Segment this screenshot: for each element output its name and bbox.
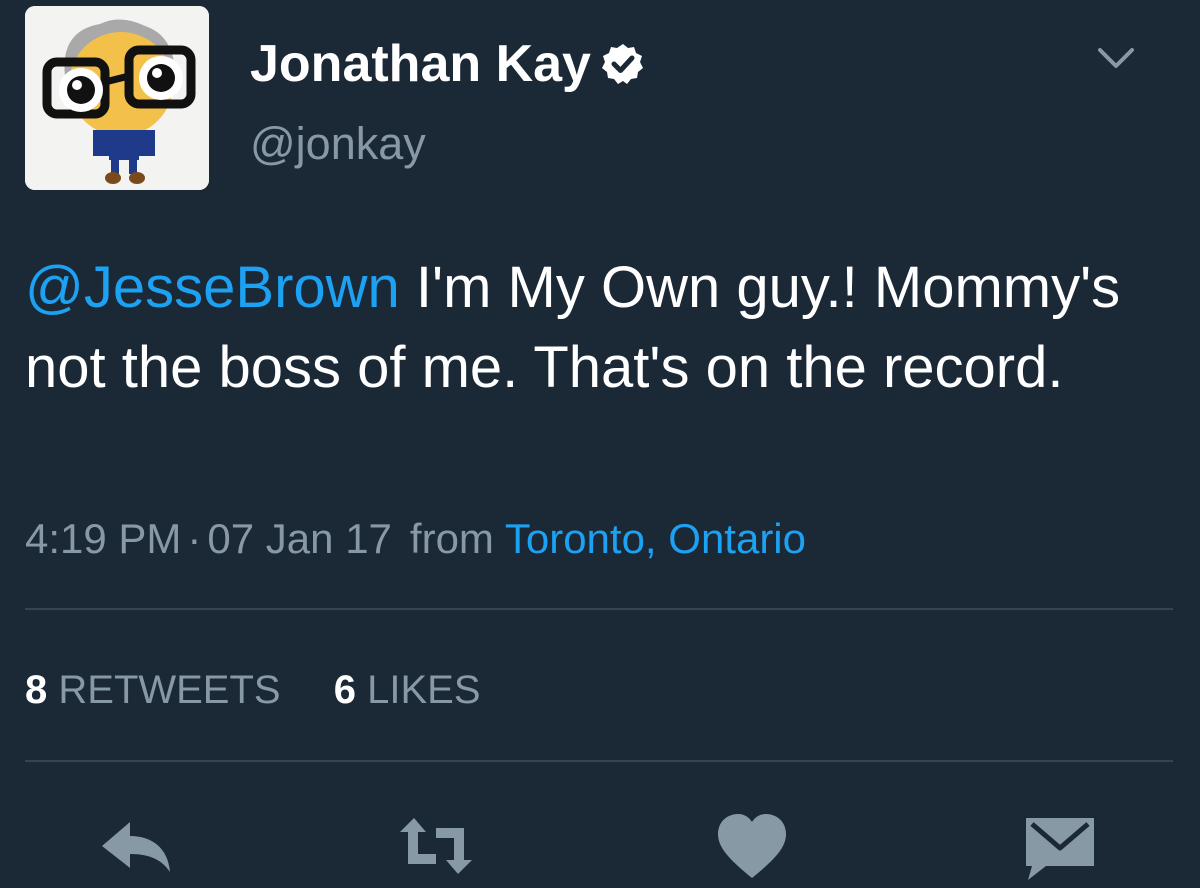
tweet-time: 4:19 PM [25,515,182,562]
verified-badge-icon [601,42,645,86]
envelope-icon [1026,818,1094,880]
mention-link[interactable]: @JesseBrown [25,255,400,320]
display-name[interactable]: Jonathan Kay [250,34,645,94]
avatar[interactable] [25,6,209,190]
retweets-count: 8 [25,668,48,712]
direct-message-button[interactable] [1020,810,1100,882]
reply-button[interactable] [96,810,176,882]
tweet-stats: 8 RETWEETS 6 LIKES [25,664,481,716]
retweets-label: RETWEETS [58,668,281,712]
location-link[interactable]: Toronto, Ontario [505,515,806,562]
divider [25,608,1173,610]
likes-stat[interactable]: 6 LIKES [334,664,481,716]
from-label: from [409,515,494,562]
retweet-button[interactable] [396,810,476,882]
tweet-meta: 4:19 PM · 07 Jan 17 from Toronto, Ontario [25,512,806,566]
reply-icon [102,822,170,872]
like-button[interactable] [712,810,792,882]
tweet-text: @JesseBrown I'm My Own guy.! Mommy's not… [25,248,1175,408]
chevron-down-icon[interactable] [1094,40,1138,76]
likes-label: LIKES [367,668,481,712]
meta-separator: · [187,515,202,562]
tweet-date: 07 Jan 17 [207,515,392,562]
retweets-stat[interactable]: 8 RETWEETS [25,664,281,716]
avatar-image [25,6,209,190]
heart-icon [718,814,786,878]
likes-count: 6 [333,668,356,712]
display-name-text: Jonathan Kay [250,35,591,93]
user-handle[interactable]: @jonkay [250,116,426,172]
retweet-icon [400,818,472,874]
divider [25,760,1173,762]
